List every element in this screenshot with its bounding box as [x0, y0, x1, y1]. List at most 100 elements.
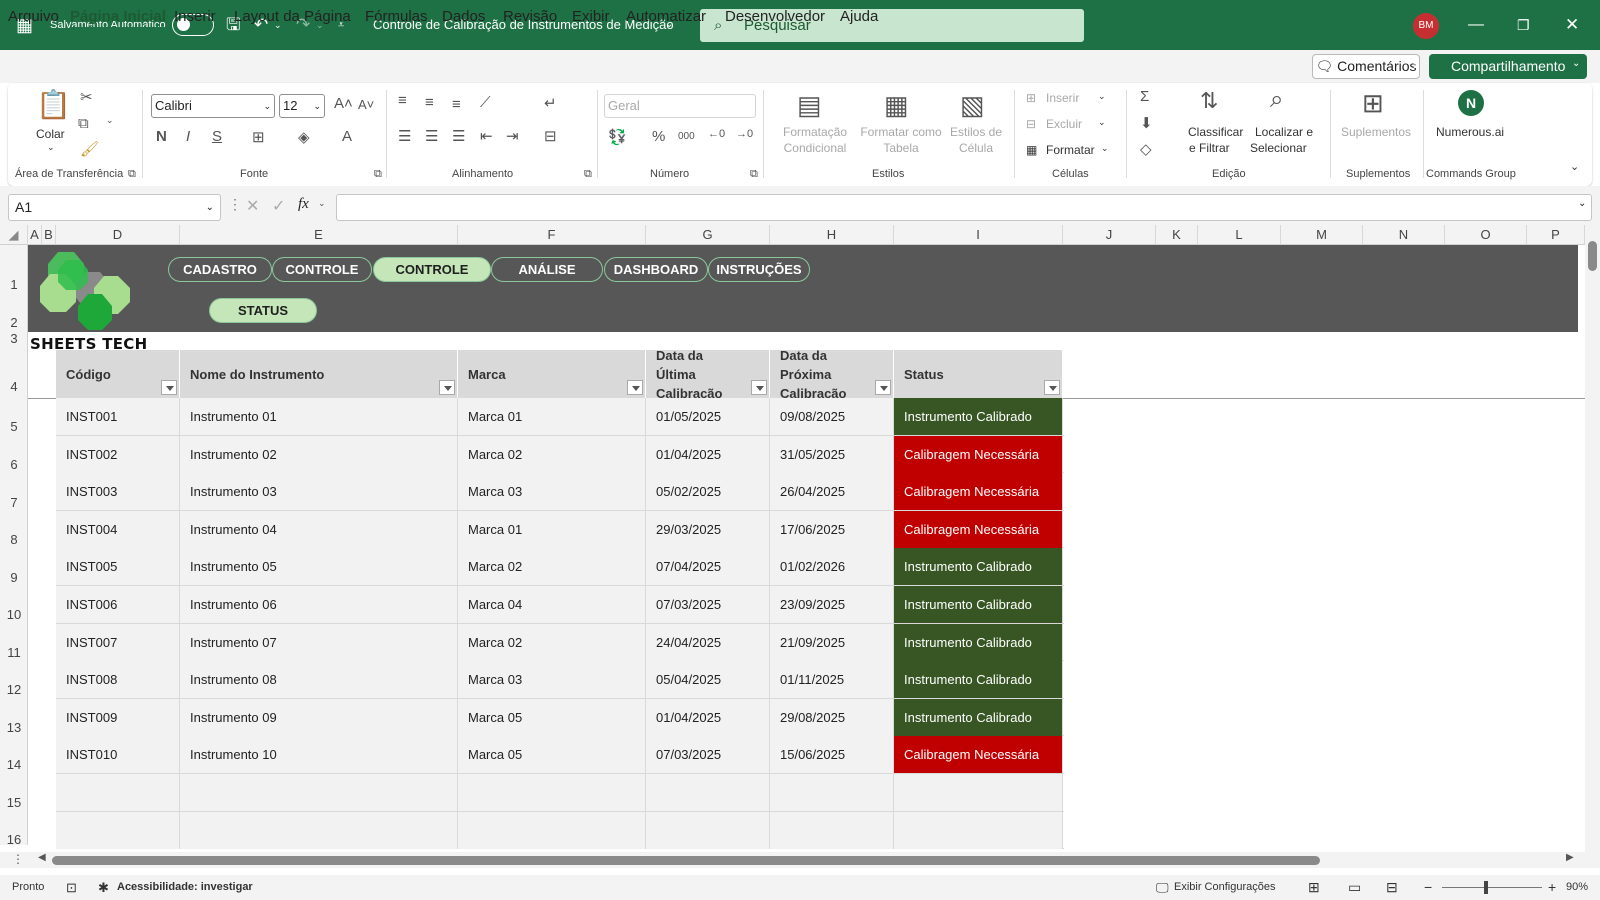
menu-inserir[interactable]: Inserir — [174, 0, 216, 33]
chevron-down-icon[interactable]: ⌄ — [1098, 117, 1106, 128]
cell-styles-icon[interactable]: ▧ — [960, 90, 985, 121]
scroll-left-icon[interactable]: ◀ — [38, 852, 46, 863]
cell-ultima-calibracao[interactable]: 01/04/2025 — [646, 698, 770, 736]
row-header[interactable]: 14 — [0, 757, 28, 772]
cell-marca[interactable] — [458, 774, 646, 811]
display-settings-icon[interactable]: 🖵 — [1156, 875, 1169, 900]
row-header[interactable]: 13 — [0, 720, 28, 735]
avatar[interactable]: BM — [1413, 13, 1439, 39]
increase-decimal-icon[interactable]: ←0 — [708, 128, 725, 140]
row-header[interactable]: 4 — [0, 379, 28, 394]
cell-status[interactable]: Instrumento Calibrado — [894, 586, 1063, 623]
comments-button[interactable]: 🗨 Comentários — [1312, 54, 1420, 79]
cell-codigo[interactable]: INST003 — [56, 473, 180, 511]
cell-nome[interactable]: Instrumento 06 — [180, 586, 458, 623]
row-header[interactable]: 2 — [0, 315, 28, 330]
cell-codigo[interactable]: INST001 — [56, 398, 180, 435]
cell-ultima-calibracao[interactable]: 07/03/2025 — [646, 736, 770, 774]
filter-dropdown-icon[interactable] — [161, 380, 177, 395]
cell-status[interactable]: Calibragem Necessária — [894, 473, 1063, 511]
horizontal-scroll-thumb[interactable] — [52, 856, 1320, 865]
select-all-corner[interactable]: ◢ — [0, 225, 28, 245]
normal-view-icon[interactable]: ⊞ — [1308, 875, 1320, 900]
row-header[interactable]: 9 — [0, 570, 28, 585]
decrease-decimal-icon[interactable]: →0 — [736, 128, 753, 140]
thousands-icon[interactable]: 000 — [678, 131, 695, 142]
cell-codigo[interactable]: INST004 — [56, 510, 180, 548]
row-header[interactable]: 10 — [0, 607, 28, 622]
row-header[interactable]: 5 — [0, 419, 28, 434]
decrease-indent-icon[interactable]: ⇤ — [480, 127, 493, 145]
cell-nome[interactable]: Instrumento 02 — [180, 435, 458, 473]
chevron-down-icon[interactable]: ⌄ — [1098, 91, 1106, 102]
filter-dropdown-icon[interactable] — [627, 380, 643, 395]
find-select-label-2[interactable]: Selecionar — [1250, 141, 1307, 155]
conditional-format-icon[interactable]: ▤ — [797, 90, 822, 121]
nav-instrucoes[interactable]: INSTRUÇÕES — [708, 257, 810, 282]
col-header-b[interactable]: B — [42, 225, 56, 245]
cell-nome[interactable]: Instrumento 10 — [180, 736, 458, 774]
zoom-level[interactable]: 90% — [1566, 875, 1588, 900]
format-painter-icon[interactable]: 🖌 — [80, 140, 99, 158]
col-header-p[interactable]: P — [1527, 225, 1585, 245]
filter-dropdown-icon[interactable] — [875, 380, 891, 395]
cell-proxima-calibracao[interactable]: 09/08/2025 — [770, 398, 894, 435]
find-select-label[interactable]: Localizar e — [1255, 125, 1313, 139]
cut-icon[interactable]: ✂ — [80, 88, 93, 106]
format-cells-icon[interactable]: ▦ — [1026, 143, 1037, 157]
cell-status[interactable]: Instrumento Calibrado — [894, 398, 1063, 435]
filter-dropdown-icon[interactable] — [751, 380, 767, 395]
delete-cells-icon[interactable]: ⊟ — [1026, 117, 1036, 131]
alignment-launcher-icon[interactable]: ⧉ — [584, 168, 592, 181]
chevron-down-icon[interactable]: ⌄ — [318, 198, 326, 209]
cell-marca[interactable]: Marca 02 — [458, 623, 646, 661]
menu-layout[interactable]: Layout da Página — [234, 0, 351, 33]
display-settings-label[interactable]: Exibir Configurações — [1174, 875, 1276, 900]
cell-codigo[interactable]: INST005 — [56, 548, 180, 586]
cell-marca[interactable]: Marca 01 — [458, 510, 646, 548]
cell-codigo[interactable]: INST010 — [56, 736, 180, 774]
cell-codigo[interactable]: INST007 — [56, 623, 180, 661]
paste-icon[interactable]: 📋 — [36, 88, 71, 121]
vertical-scrollbar[interactable] — [1585, 225, 1600, 852]
cell-status[interactable]: Instrumento Calibrado — [894, 548, 1063, 586]
cell-ultima-calibracao[interactable] — [646, 811, 770, 849]
nav-controle[interactable]: CONTROLE — [272, 257, 372, 282]
vertical-scroll-thumb[interactable] — [1588, 241, 1597, 271]
col-header-f[interactable]: F — [458, 225, 646, 245]
cell-marca[interactable]: Marca 04 — [458, 586, 646, 623]
font-color-icon[interactable]: A — [342, 128, 352, 145]
cell-marca[interactable]: Marca 03 — [458, 473, 646, 511]
menu-arquivo[interactable]: Arquivo — [8, 0, 59, 33]
borders-icon[interactable]: ⊞ — [252, 128, 265, 146]
share-button[interactable]: Compartilhamento — [1429, 54, 1587, 79]
col-header-h[interactable]: H — [770, 225, 894, 245]
cell-proxima-calibracao[interactable]: 26/04/2025 — [770, 473, 894, 511]
minimize-icon[interactable]: — — [1468, 0, 1484, 50]
align-center-icon[interactable]: ☰ — [425, 127, 438, 145]
format-as-table-label[interactable]: Formatar como — [856, 125, 946, 139]
zoom-slider[interactable] — [1442, 887, 1542, 888]
insert-cells-icon[interactable]: ⊞ — [1026, 91, 1036, 105]
menu-desenvolvedor[interactable]: Desenvolvedor — [725, 0, 825, 33]
cell-nome[interactable] — [180, 774, 458, 811]
close-icon[interactable]: ✕ — [1565, 0, 1579, 50]
macro-record-icon[interactable]: ⊡ — [66, 875, 77, 900]
paste-label[interactable]: Colar — [36, 127, 65, 141]
nav-dashboard[interactable]: DASHBOARD — [604, 257, 708, 282]
row-header[interactable]: 12 — [0, 682, 28, 697]
sort-filter-icon[interactable]: ⇅ — [1200, 88, 1218, 114]
cell-proxima-calibracao[interactable]: 31/05/2025 — [770, 435, 894, 473]
copy-icon[interactable]: ⧉ — [78, 115, 89, 132]
col-header-j[interactable]: J — [1063, 225, 1156, 245]
conditional-format-label-2[interactable]: Condicional — [779, 141, 851, 155]
cell-ultima-calibracao[interactable] — [646, 774, 770, 811]
row-header[interactable]: 3 — [0, 331, 28, 346]
number-format-combo[interactable]: Geral — [604, 94, 756, 118]
paste-dropdown-icon[interactable]: ⌄ — [47, 142, 55, 153]
cell-ultima-calibracao[interactable]: 01/05/2025 — [646, 398, 770, 435]
status-button[interactable]: STATUS — [209, 298, 317, 323]
fill-color-icon[interactable]: ◈ — [298, 128, 310, 146]
menu-ajuda[interactable]: Ajuda — [840, 0, 878, 33]
cell-nome[interactable]: Instrumento 04 — [180, 510, 458, 548]
